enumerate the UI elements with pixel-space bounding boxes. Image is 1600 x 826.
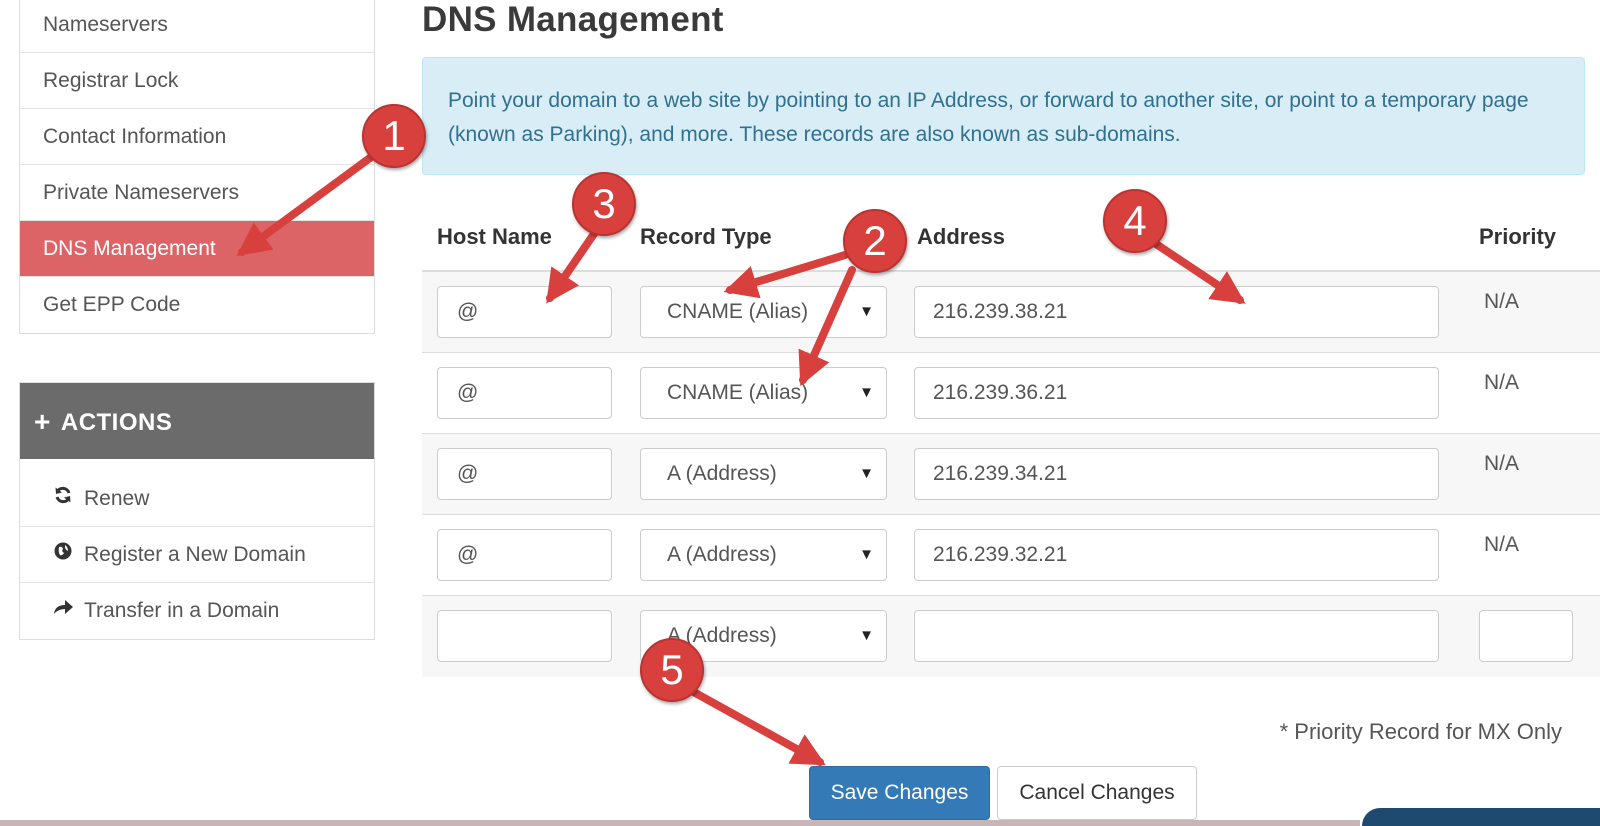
actions-panel: + ACTIONS Renew Register a New Domain Tra… [19,382,375,640]
dropdown-caret-icon: ▼ [859,384,874,401]
dropdown-caret-icon: ▼ [859,546,874,563]
header-record-type: Record Type [640,224,772,249]
action-renew-label: Renew [84,487,150,510]
priority-note: * Priority Record for MX Only [1279,719,1562,744]
host-name-input[interactable]: @ [437,367,612,419]
page-title: DNS Management [422,0,724,39]
cancel-changes-button[interactable]: Cancel Changes [997,766,1197,820]
record-type-select[interactable]: A (Address) ▼ [640,529,887,581]
new-address-input[interactable] [914,610,1439,662]
corner-tab [1362,808,1600,826]
record-type-value: CNAME (Alias) [667,300,809,323]
dropdown-caret-icon: ▼ [859,303,874,320]
action-register-domain-label: Register a New Domain [84,543,306,566]
step-badge-5: 5 [640,638,704,702]
address-input[interactable]: 216.239.32.21 [914,529,1439,581]
table-row-new: A (Address) ▼ [422,596,1600,677]
step-badge-1: 1 [362,104,426,168]
plus-icon: + [34,406,51,437]
share-arrow-icon [50,583,76,639]
dns-records-table: Host Name Record Type Address Priority @… [422,210,1600,677]
sidebar-item-contact-information[interactable]: Contact Information [20,109,374,165]
host-name-input[interactable]: @ [437,448,612,500]
table-row: @ A (Address) ▼ 216.239.32.21 N/A [422,515,1600,596]
header-host-name: Host Name [437,224,552,249]
record-type-select[interactable]: CNAME (Alias) ▼ [640,367,887,419]
host-name-input[interactable]: @ [437,529,612,581]
priority-value: N/A [1484,290,1520,313]
step-badge-3: 3 [572,172,636,236]
sidebar-item-private-nameservers[interactable]: Private Nameservers [20,165,374,221]
actions-header: + ACTIONS [20,383,374,459]
globe-icon [50,527,76,583]
sidebar-item-nameservers[interactable]: Nameservers [20,0,374,53]
record-type-select[interactable]: A (Address) ▼ [640,448,887,500]
domain-sidebar-nav: Nameservers Registrar Lock Contact Infor… [19,0,375,334]
priority-value: N/A [1484,452,1520,475]
actions-title: ACTIONS [60,409,173,436]
address-input[interactable]: 216.239.38.21 [914,286,1439,338]
action-renew[interactable]: Renew [20,471,374,527]
record-type-value: CNAME (Alias) [667,381,809,404]
step-badge-2: 2 [843,209,907,273]
address-input[interactable]: 216.239.36.21 [914,367,1439,419]
action-transfer-domain-label: Transfer in a Domain [84,599,280,622]
table-row: @ CNAME (Alias) ▼ 216.239.38.21 N/A [422,272,1600,353]
table-row: @ CNAME (Alias) ▼ 216.239.36.21 N/A [422,353,1600,434]
header-address: Address [917,224,1006,249]
priority-value: N/A [1484,533,1520,556]
action-register-domain[interactable]: Register a New Domain [20,527,374,583]
new-priority-input[interactable] [1479,610,1573,662]
record-type-value: A (Address) [667,543,777,566]
footer-divider [0,820,1360,826]
refresh-icon [50,471,76,527]
sidebar-item-dns-management[interactable]: DNS Management [20,221,374,277]
sidebar-item-get-epp-code[interactable]: Get EPP Code [20,277,374,333]
info-alert: Point your domain to a web site by point… [422,57,1585,175]
action-transfer-domain[interactable]: Transfer in a Domain [20,583,374,639]
address-input[interactable]: 216.239.34.21 [914,448,1439,500]
sidebar-item-registrar-lock[interactable]: Registrar Lock [20,53,374,109]
priority-value: N/A [1484,371,1520,394]
dropdown-caret-icon: ▼ [859,465,874,482]
save-changes-button[interactable]: Save Changes [809,766,990,820]
step-badge-4: 4 [1103,189,1167,253]
header-priority: Priority [1479,224,1557,249]
record-type-select[interactable]: CNAME (Alias) ▼ [640,286,887,338]
dropdown-caret-icon: ▼ [859,627,874,644]
record-type-value: A (Address) [667,462,777,485]
host-name-input[interactable]: @ [437,286,612,338]
new-host-name-input[interactable] [437,610,612,662]
table-row: @ A (Address) ▼ 216.239.34.21 N/A [422,434,1600,515]
